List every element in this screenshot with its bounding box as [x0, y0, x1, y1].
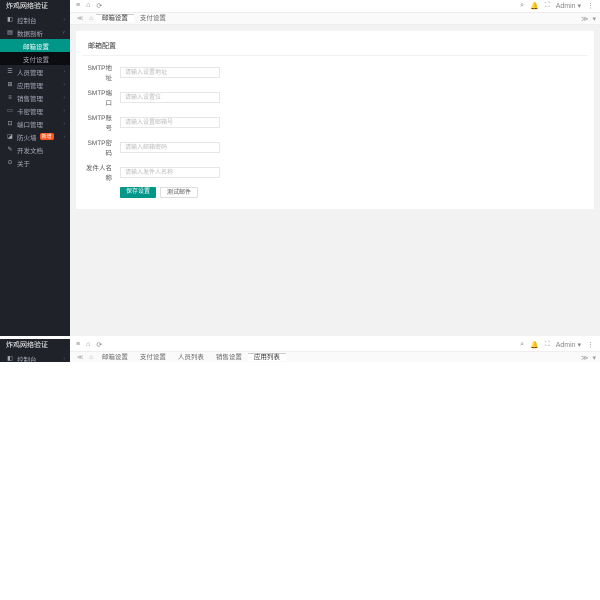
text-input[interactable]: 请输入设置地址	[120, 67, 220, 78]
sidebar-item[interactable]: ⊞应用管理›	[0, 78, 70, 91]
chevron-icon: ›	[63, 134, 65, 140]
main-area: ≡ ⌂ ⟳ ⌕ 🔔 ⛶ Admin ▾ ⋮ ≪ ⌂ 邮箱设置支付设置人员列表销售…	[70, 339, 600, 362]
mail-config-card: 邮箱配置 SMTP地址请输入设置地址SMTP端口请输入设置位SMTP账号请输入设…	[76, 31, 594, 209]
sidebar-icon: ⊞	[6, 81, 14, 88]
sidebar-icon: ≡	[6, 95, 14, 101]
save-button[interactable]: 保存设置	[120, 187, 156, 198]
text-input[interactable]: 请输入邮箱密码	[120, 142, 220, 153]
sidebar-icon: ▤	[6, 29, 14, 36]
sidebar-icon: ⊡	[6, 120, 14, 127]
form-label: SMTP账号	[82, 112, 120, 132]
home-icon[interactable]: ⌂	[86, 341, 90, 349]
sidebar-item[interactable]: ⊡端口管理›	[0, 117, 70, 130]
refresh-icon[interactable]: ⟳	[96, 341, 102, 349]
topbar: ≡ ⌂ ⟳ ⌕ 🔔 ⛶ Admin ▾ ⋮	[70, 339, 600, 352]
form-label: SMTP密码	[82, 137, 120, 157]
sidebar-icon: ◪	[6, 133, 14, 140]
chevron-icon: ›	[63, 108, 65, 114]
bell-icon[interactable]: 🔔	[530, 2, 539, 10]
menu-icon[interactable]: ≡	[76, 341, 80, 349]
sidebar-item[interactable]: ☰人员管理›	[0, 65, 70, 78]
chevron-icon: ˅	[62, 30, 65, 36]
chevron-icon: ›	[63, 69, 65, 75]
tab-prev-icon[interactable]: ≪	[77, 15, 83, 22]
sidebar-item[interactable]: ≡销售管理›	[0, 91, 70, 104]
search-icon[interactable]: ⌕	[520, 2, 524, 10]
tab[interactable]: 邮箱设置	[96, 353, 134, 361]
sidebar-icon: ⊙	[6, 159, 14, 166]
more-icon[interactable]: ⋮	[587, 341, 594, 349]
tab[interactable]: 销售设置	[210, 353, 248, 361]
tab-menu-icon[interactable]: ▾	[592, 354, 596, 362]
chevron-icon: ›	[63, 17, 65, 23]
tab-home-icon[interactable]: ⌂	[89, 355, 93, 361]
tab-next-icon[interactable]: ≫	[581, 354, 588, 362]
sidebar-item[interactable]: 支付设置	[0, 52, 70, 65]
form-label: 发件人名称	[82, 162, 120, 182]
sidebar: 炸鸡网络验证 ◧控制台›▤数据剖析˅邮箱设置支付设置☰人员管理›⊞应用管理›≡销…	[0, 0, 70, 336]
home-icon[interactable]: ⌂	[86, 2, 90, 10]
sidebar-icon: ☰	[6, 68, 14, 75]
tab[interactable]: 支付设置	[134, 14, 172, 22]
text-input[interactable]: 请输入设置邮箱号	[120, 117, 220, 128]
sidebar-item[interactable]: ▭卡密管理›	[0, 104, 70, 117]
test-mail-button[interactable]: 测试邮件	[160, 187, 198, 198]
tab-menu-icon[interactable]: ▾	[592, 15, 596, 23]
form-label: SMTP端口	[82, 87, 120, 107]
text-input[interactable]: 请输入设置位	[120, 92, 220, 103]
sidebar-icon: ✎	[6, 146, 14, 153]
sidebar-item[interactable]: ◧控制台›	[0, 13, 70, 26]
brand-logo: 炸鸡网络验证	[0, 0, 70, 13]
tab[interactable]: 支付设置	[134, 353, 172, 361]
fullscreen-icon[interactable]: ⛶	[545, 2, 550, 10]
chevron-icon: ›	[63, 95, 65, 101]
sidebar-item[interactable]: ▤数据剖析˅	[0, 26, 70, 39]
menu-icon[interactable]: ≡	[76, 2, 80, 10]
sidebar-icon: ◧	[6, 16, 14, 23]
fullscreen-icon[interactable]: ⛶	[545, 341, 550, 349]
sidebar: 炸鸡网络验证 ◧控制台›☰人员管理›⊞应用管理˅应用列表版本管理公告管理变量管理…	[0, 339, 70, 362]
sidebar-item[interactable]: ◪防火墙新增›	[0, 130, 70, 143]
brand-logo: 炸鸡网络验证	[0, 339, 70, 352]
tab-next-icon[interactable]: ≫	[581, 15, 588, 23]
chevron-icon: ›	[63, 82, 65, 88]
topbar: ≡ ⌂ ⟳ ⌕ 🔔 ⛶ Admin ▾ ⋮	[70, 0, 600, 13]
more-icon[interactable]: ⋮	[587, 2, 594, 10]
bell-icon[interactable]: 🔔	[530, 341, 539, 349]
tab[interactable]: 人员列表	[172, 353, 210, 361]
user-menu[interactable]: Admin ▾	[556, 2, 581, 10]
text-input[interactable]: 请输入发件人名称	[120, 167, 220, 178]
chevron-icon: ›	[63, 121, 65, 127]
tab-prev-icon[interactable]: ≪	[77, 354, 83, 361]
search-icon[interactable]: ⌕	[520, 341, 524, 349]
sidebar-item[interactable]: ✎开发文档	[0, 143, 70, 156]
sidebar-icon: ◧	[6, 355, 14, 362]
main-area: ≡ ⌂ ⟳ ⌕ 🔔 ⛶ Admin ▾ ⋮ ≪ ⌂ 邮箱设置支付设置 ≫ ▾	[70, 0, 600, 336]
card-title: 邮箱配置	[82, 37, 588, 56]
sidebar-item[interactable]: ⊙关于	[0, 156, 70, 169]
chevron-icon: ›	[63, 356, 65, 362]
sidebar-icon: ▭	[6, 107, 14, 114]
tab[interactable]: 邮箱设置	[96, 14, 134, 22]
tabbar: ≪ ⌂ 邮箱设置支付设置 ≫ ▾	[70, 13, 600, 25]
refresh-icon[interactable]: ⟳	[96, 2, 102, 10]
tabbar: ≪ ⌂ 邮箱设置支付设置人员列表销售设置应用列表 ≫ ▾	[70, 352, 600, 362]
sidebar-item[interactable]: ◧控制台›	[0, 352, 70, 362]
sidebar-item[interactable]: 邮箱设置	[0, 39, 70, 52]
tab-home-icon[interactable]: ⌂	[89, 16, 93, 22]
user-menu[interactable]: Admin ▾	[556, 341, 581, 349]
form-label: SMTP地址	[82, 62, 120, 82]
new-badge: 新增	[40, 133, 54, 140]
tab[interactable]: 应用列表	[248, 353, 286, 361]
